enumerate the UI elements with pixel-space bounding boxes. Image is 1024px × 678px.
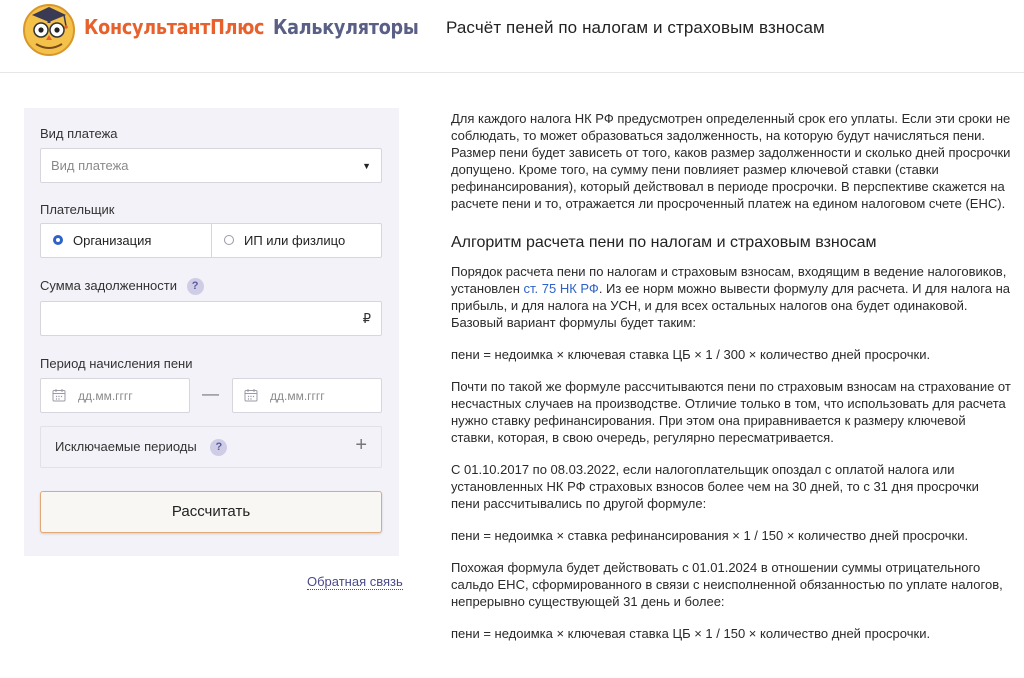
payer-option-organization-label: Организация: [73, 233, 152, 248]
formula-1: пени = недоимка × ключевая ставка ЦБ × 1…: [451, 347, 931, 362]
article-intro: Для каждого налога НК РФ предусмотрен оп…: [451, 111, 1011, 211]
excluded-periods-toggle[interactable]: Исключаемые периоды ? +: [40, 426, 382, 468]
calculator-form: Вид платежа Вид платежа ▼ Плательщик Орг…: [24, 108, 399, 556]
date-from-placeholder: дд.мм.гггг: [78, 389, 133, 403]
period-label: Период начисления пени: [40, 356, 193, 371]
brand-sub: Калькуляторы: [273, 15, 419, 39]
debt-amount-input[interactable]: ₽: [40, 301, 382, 336]
brand-wordmark[interactable]: КонсультантПлюс Калькуляторы: [84, 13, 419, 41]
excluded-periods-help-icon[interactable]: ?: [210, 439, 228, 457]
payer-radio-group: Организация ИП или физлицо: [40, 223, 382, 258]
radio-unselected-icon: [224, 235, 234, 245]
excluded-periods-label: Исключаемые периоды: [55, 439, 197, 454]
date-to-input[interactable]: дд.мм.гггг: [232, 378, 382, 413]
logo-owl-icon[interactable]: [22, 2, 76, 56]
article-paragraph-3: С 01.10.2017 по 08.03.2022, если налогоп…: [451, 462, 979, 511]
calendar-icon: [52, 389, 66, 402]
date-to-placeholder: дд.мм.гггг: [270, 389, 325, 403]
debt-amount-label: Сумма задолженности: [40, 278, 177, 293]
payer-option-individual-label: ИП или физлицо: [244, 233, 346, 248]
payment-type-placeholder: Вид платежа: [51, 158, 129, 173]
debt-amount-label-row: Сумма задолженности ?: [40, 278, 204, 296]
plus-icon[interactable]: +: [355, 434, 367, 457]
radio-selected-icon: [53, 235, 63, 245]
article-heading: Алгоритм расчета пени по налогам и страх…: [451, 234, 877, 251]
article-paragraph-2: Почти по такой же формуле рассчитываются…: [451, 379, 1011, 445]
calendar-icon: [244, 389, 258, 402]
date-separator: —: [202, 384, 219, 403]
payer-label: Плательщик: [40, 202, 115, 217]
payment-type-select[interactable]: Вид платежа ▼: [40, 148, 382, 183]
excluded-periods-row: Исключаемые периоды ?: [55, 439, 228, 457]
debt-help-icon[interactable]: ?: [186, 278, 204, 296]
date-from-input[interactable]: дд.мм.гггг: [40, 378, 190, 413]
calculate-button[interactable]: Рассчитать: [40, 491, 382, 533]
nk-rf-article-link[interactable]: ст. 75 НК РФ: [524, 281, 599, 296]
article-paragraph-4: Похожая формула будет действовать с 01.0…: [451, 560, 1003, 609]
header: КонсультантПлюс Калькуляторы Расчёт пеней…: [0, 0, 1024, 73]
payment-type-label: Вид платежа: [40, 126, 118, 141]
payer-option-individual[interactable]: ИП или физлицо: [211, 224, 382, 257]
formula-3: пени = недоимка × ключевая ставка ЦБ × 1…: [451, 626, 931, 641]
feedback-link[interactable]: Обратная связь: [307, 574, 403, 590]
payer-option-organization[interactable]: Организация: [41, 224, 211, 257]
brand-main: КонсультантПлюс: [84, 15, 265, 39]
dropdown-caret-icon: ▼: [362, 161, 371, 171]
page-title: Расчёт пеней по налогам и страховым взно…: [446, 18, 825, 37]
formula-2: пени = недоимка × ставка рефинансировани…: [451, 528, 969, 543]
article: Для каждого налога НК РФ предусмотрен оп…: [451, 110, 1011, 657]
ruble-currency-icon: ₽: [362, 311, 371, 326]
article-paragraph-1: Порядок расчета пени по налогам и страхо…: [451, 263, 1011, 331]
